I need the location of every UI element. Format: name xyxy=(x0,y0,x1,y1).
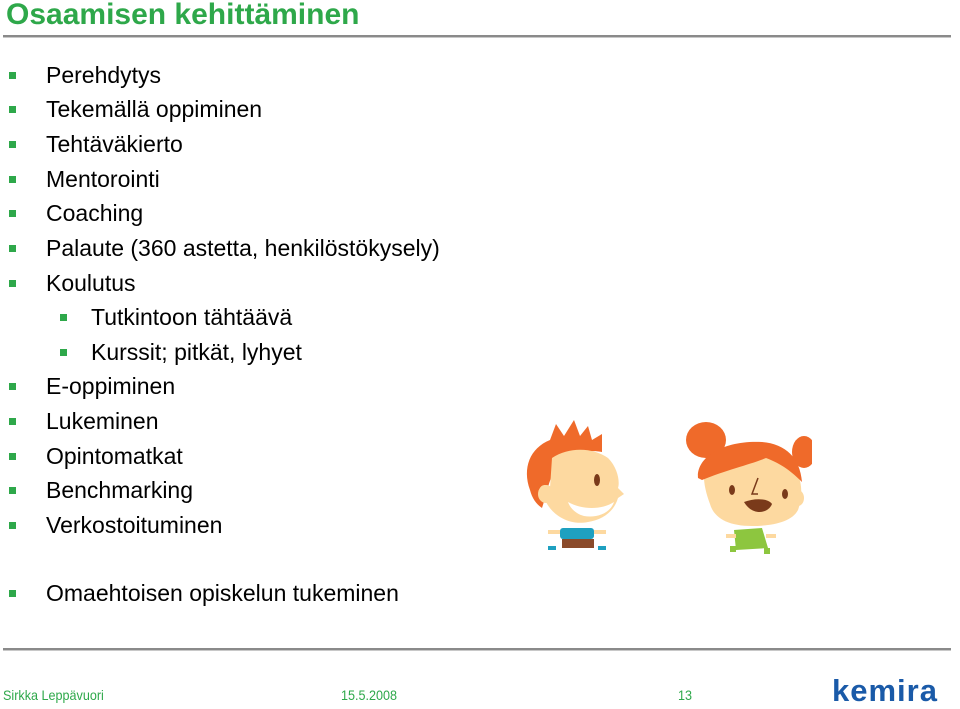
footer-divider xyxy=(3,648,951,651)
bullet-square-icon xyxy=(9,590,16,597)
list-item-text: Tekemällä oppiminen xyxy=(46,96,263,122)
list-item-text: Coaching xyxy=(46,200,144,226)
list-item-text: Verkostoituminen xyxy=(46,512,223,538)
bullet-square-icon xyxy=(9,245,16,252)
footer-author: Sirkka Leppävuori xyxy=(3,687,104,703)
boy-character-illustration xyxy=(526,420,624,550)
girl-character-illustration xyxy=(686,422,812,554)
bullet-square-icon xyxy=(60,349,67,356)
list-item-text: Kurssit; pitkät, lyhyet xyxy=(91,339,302,365)
title-divider xyxy=(3,35,951,38)
bullet-square-icon xyxy=(9,141,16,148)
bullet-square-icon xyxy=(9,280,16,287)
list-item-text: E-oppiminen xyxy=(46,373,176,399)
bullet-square-icon xyxy=(9,210,16,217)
slide-title: Osaamisen kehittäminen xyxy=(6,0,360,31)
bullet-square-icon xyxy=(9,176,16,183)
list-item-text: Opintomatkat xyxy=(46,443,183,469)
bullet-square-icon xyxy=(9,453,16,460)
list-item-text: Omaehtoisen opiskelun tukeminen xyxy=(46,580,399,606)
list-item-text: Perehdytys xyxy=(46,62,162,88)
list-item-text: Mentorointi xyxy=(46,166,160,192)
bullet-square-icon xyxy=(9,72,16,79)
list-item-text: Tehtäväkierto xyxy=(46,131,183,157)
list-item-text: Koulutus xyxy=(46,270,136,296)
bullet-square-icon xyxy=(9,522,16,529)
bullet-square-icon xyxy=(9,418,16,425)
list-item-text: Palaute (360 astetta, henkilöstökysely) xyxy=(46,235,440,261)
bullet-square-icon xyxy=(9,487,16,494)
bullet-square-icon xyxy=(60,314,67,321)
list-item-text: Lukeminen xyxy=(46,408,159,434)
list-item-text: Tutkintoon tähtäävä xyxy=(91,304,293,330)
bullet-square-icon xyxy=(9,383,16,390)
footer-page-number: 13 xyxy=(678,687,693,703)
kemira-logo: kemira xyxy=(832,673,938,708)
footer-date: 15.5.2008 xyxy=(341,687,398,703)
bullet-square-icon xyxy=(9,106,16,113)
list-item-text: Benchmarking xyxy=(46,477,194,503)
